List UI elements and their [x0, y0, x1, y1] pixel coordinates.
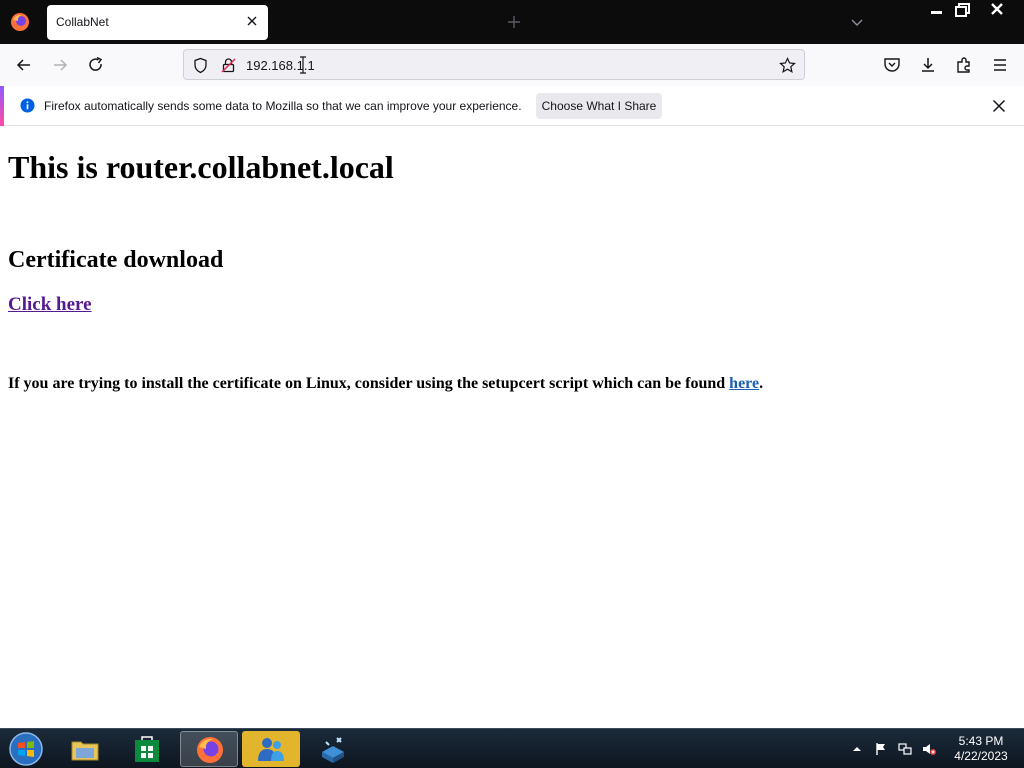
- taskbar: 5:43 PM 4/22/2023: [0, 728, 1024, 768]
- volume-muted-icon[interactable]: [922, 742, 936, 756]
- insecure-lock-icon[interactable]: [220, 57, 237, 74]
- tracking-protection-shield-icon[interactable]: [192, 57, 209, 74]
- clock-date: 4/22/2023: [954, 749, 1008, 763]
- linux-note-period: .: [759, 375, 764, 392]
- linux-setup-note: If you are trying to install the certifi…: [8, 375, 763, 393]
- pocket-icon[interactable]: [882, 55, 902, 75]
- close-tab-icon[interactable]: [246, 15, 258, 27]
- tab-title: CollabNet: [56, 15, 109, 29]
- taskbar-file-explorer[interactable]: [56, 731, 114, 767]
- taskbar-store[interactable]: [118, 731, 176, 767]
- linux-note-text: If you are trying to install the certifi…: [8, 375, 726, 392]
- taskbar-network-app[interactable]: [304, 731, 362, 767]
- extensions-icon[interactable]: [954, 55, 974, 75]
- minimize-window-icon[interactable]: [924, 0, 950, 20]
- certificate-download-link[interactable]: Click here: [8, 294, 92, 316]
- setupcert-script-link[interactable]: here: [729, 375, 759, 392]
- new-tab-icon[interactable]: [506, 14, 522, 30]
- bookmark-star-icon[interactable]: [779, 57, 796, 74]
- close-icon[interactable]: [992, 99, 1006, 113]
- back-icon[interactable]: [14, 55, 34, 75]
- page-content: This is router.collabnet.local Certifica…: [0, 127, 1024, 728]
- text-cursor-icon: [300, 56, 306, 74]
- data-collection-notification: Firefox automatically sends some data to…: [0, 86, 1024, 126]
- downloads-icon[interactable]: [918, 55, 938, 75]
- tab-collabnet[interactable]: CollabNet: [47, 5, 268, 40]
- restore-window-icon[interactable]: [950, 0, 976, 20]
- users-icon: [258, 738, 284, 761]
- choose-what-i-share-button[interactable]: Choose What I Share: [536, 93, 662, 119]
- certificate-download-heading: Certificate download: [8, 247, 224, 273]
- system-clock[interactable]: 5:43 PM 4/22/2023: [948, 734, 1014, 764]
- folder-icon: [71, 741, 99, 761]
- page-title: This is router.collabnet.local: [8, 149, 394, 185]
- taskbar-people-app[interactable]: [242, 731, 300, 767]
- clock-time: 5:43 PM: [958, 734, 1004, 748]
- taskbar-firefox[interactable]: [180, 731, 238, 767]
- close-window-icon[interactable]: [984, 0, 1010, 20]
- hamburger-menu-icon[interactable]: [990, 55, 1010, 75]
- address-bar[interactable]: 192.168.1.1: [183, 49, 805, 80]
- notification-accent: [0, 86, 4, 126]
- action-center-flag-icon[interactable]: [874, 742, 888, 756]
- start-button-icon[interactable]: [7, 731, 45, 767]
- reload-icon[interactable]: [86, 55, 106, 75]
- store-icon: [135, 736, 159, 762]
- network-icon[interactable]: [898, 742, 912, 756]
- firefox-icon: [197, 737, 223, 763]
- forward-icon[interactable]: [50, 55, 70, 75]
- network-app-icon: [322, 737, 344, 763]
- firefox-menu-icon[interactable]: [10, 12, 30, 32]
- screen: CollabNet 192.168.1.1 Firefox automatica…: [0, 0, 1024, 768]
- info-icon: [20, 98, 35, 113]
- navigation-toolbar: 192.168.1.1: [0, 44, 1024, 86]
- tab-strip: CollabNet: [0, 0, 1024, 44]
- show-hidden-icons-icon[interactable]: [850, 742, 864, 756]
- notification-message: Firefox automatically sends some data to…: [44, 99, 522, 113]
- chevron-down-icon[interactable]: [850, 15, 864, 29]
